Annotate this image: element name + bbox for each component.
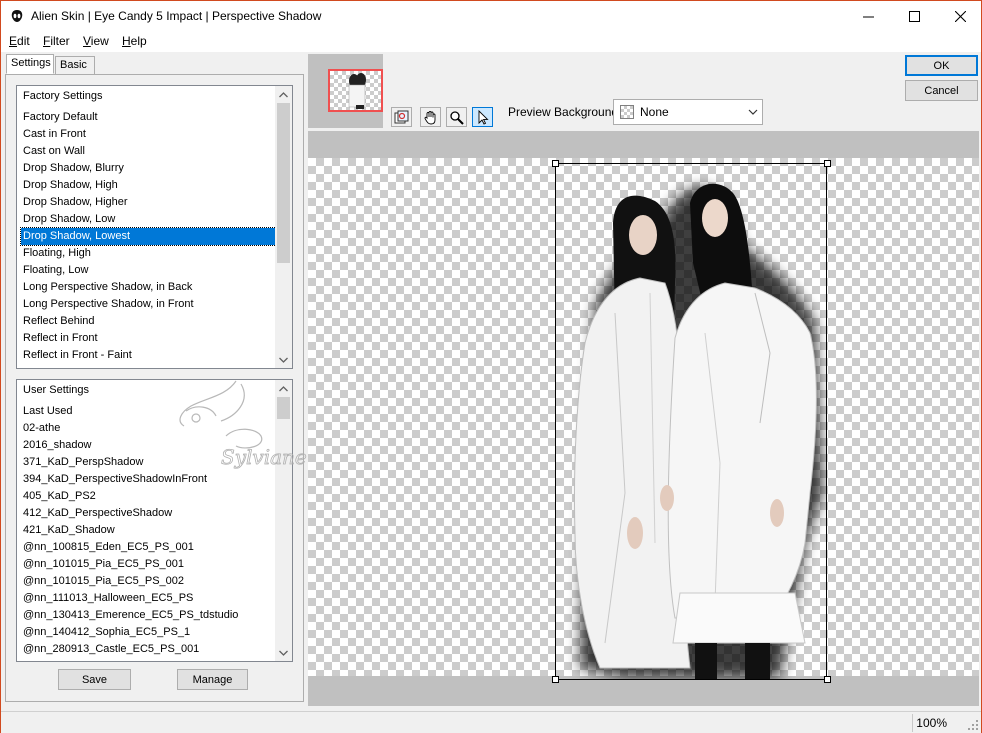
magnify-tool[interactable] xyxy=(446,107,467,127)
preview-background-label: Preview Background: xyxy=(508,105,622,119)
list-item[interactable]: Cast on Wall xyxy=(21,143,276,160)
menu-help[interactable]: Help xyxy=(122,34,147,48)
preview-canvas[interactable] xyxy=(308,131,979,706)
magnifier-icon xyxy=(450,110,464,125)
ok-button[interactable]: OK xyxy=(905,55,978,76)
chevron-down-icon xyxy=(748,109,758,115)
list-item[interactable]: Cast in Front xyxy=(21,126,276,143)
resize-handle-bottom-left[interactable] xyxy=(552,676,559,683)
hand-pan-tool[interactable] xyxy=(420,107,441,127)
list-item[interactable]: 405_KaD_PS2 xyxy=(21,488,276,505)
list-item[interactable]: @nn_111013_Halloween_EC5_PS xyxy=(21,590,276,607)
selection-box[interactable] xyxy=(555,163,827,680)
list-item[interactable]: Reflect in Front xyxy=(21,330,276,347)
list-item[interactable]: Reflect in Front - Faint xyxy=(21,347,276,364)
factory-settings-header: Factory Settings xyxy=(23,90,103,102)
preview-background-value: None xyxy=(640,105,669,119)
list-item[interactable]: Drop Shadow, High xyxy=(21,177,276,194)
minimize-button[interactable] xyxy=(845,1,891,31)
resize-grip-icon[interactable] xyxy=(967,719,979,731)
zoom-to-fit-tool[interactable] xyxy=(391,107,412,127)
thumbnail-figures-image xyxy=(348,73,366,109)
list-item[interactable]: @nn_101015_Pia_EC5_PS_002 xyxy=(21,573,276,590)
svg-text:Sylviane: Sylviane xyxy=(221,445,307,469)
scroll-thumb[interactable] xyxy=(277,103,290,263)
window-title: Alien Skin | Eye Candy 5 Impact | Perspe… xyxy=(31,9,322,23)
chevron-down-icon xyxy=(279,650,288,656)
title-bar: Alien Skin | Eye Candy 5 Impact | Perspe… xyxy=(1,1,981,31)
scroll-down-arrow[interactable] xyxy=(275,644,292,661)
list-item[interactable]: Drop Shadow, Lowest xyxy=(20,227,277,246)
list-item[interactable]: Factory Default xyxy=(21,109,276,126)
factory-settings-items: Factory Default Cast in Front Cast on Wall… xyxy=(20,109,277,364)
preview-background-select[interactable]: None xyxy=(613,99,763,125)
manage-button[interactable]: Manage xyxy=(177,669,248,690)
scroll-up-arrow[interactable] xyxy=(275,86,292,103)
list-item[interactable]: Long Perspective Shadow, in Back xyxy=(21,279,276,296)
factory-settings-list[interactable]: Factory Settings Factory Default Cast in … xyxy=(16,85,293,369)
factory-scrollbar[interactable] xyxy=(275,86,292,368)
zoom-fit-icon xyxy=(394,110,409,123)
list-item[interactable]: @nn_280913_Castle_EC5_PS_001 xyxy=(21,641,276,658)
menu-filter[interactable]: Filter xyxy=(43,34,70,48)
list-item[interactable]: Drop Shadow, Blurry xyxy=(21,160,276,177)
thumbnail-navigator[interactable] xyxy=(308,54,383,128)
save-button[interactable]: Save xyxy=(58,669,131,690)
alien-skin-logo-icon xyxy=(11,10,23,22)
zoom-level: 100% xyxy=(916,716,947,730)
status-bar: 100% xyxy=(1,711,981,733)
arrow-pointer-icon xyxy=(478,109,489,125)
list-item[interactable]: @nn_101015_Pia_EC5_PS_001 xyxy=(21,556,276,573)
list-item[interactable]: @nn_140412_Sophia_EC5_PS_1 xyxy=(21,624,276,641)
list-item[interactable]: Drop Shadow, Higher xyxy=(21,194,276,211)
resize-handle-top-left[interactable] xyxy=(552,160,559,167)
close-icon xyxy=(954,10,966,22)
tab-settings[interactable]: Settings xyxy=(6,54,54,74)
resize-handle-top-right[interactable] xyxy=(824,160,831,167)
list-item[interactable]: Drop Shadow, Low xyxy=(21,211,276,228)
menu-view[interactable]: View xyxy=(83,34,109,48)
maximize-button[interactable] xyxy=(891,1,937,31)
list-item[interactable]: Reflect Behind xyxy=(21,313,276,330)
list-item[interactable]: Floating, Low xyxy=(21,262,276,279)
resize-handle-bottom-right[interactable] xyxy=(824,676,831,683)
list-item[interactable]: Floating, High xyxy=(21,245,276,262)
cancel-button[interactable]: Cancel xyxy=(905,80,978,101)
minimize-icon xyxy=(862,16,874,17)
chevron-up-icon xyxy=(279,91,288,97)
user-settings-header: User Settings xyxy=(23,384,90,396)
sylviane-watermark-signature: Sylviane xyxy=(179,380,307,469)
hand-icon xyxy=(424,110,436,124)
list-item[interactable]: Long Perspective Shadow, in Front xyxy=(21,296,276,313)
close-button[interactable] xyxy=(937,1,982,31)
list-item[interactable]: 412_KaD_PerspectiveShadow xyxy=(21,505,276,522)
tab-basic[interactable]: Basic xyxy=(55,56,95,75)
status-divider xyxy=(912,714,913,732)
list-item[interactable]: 421_KaD_Shadow xyxy=(21,522,276,539)
list-item[interactable]: @nn_130413_Emerence_EC5_PS_tdstudio xyxy=(21,607,276,624)
scroll-down-arrow[interactable] xyxy=(275,351,292,368)
maximize-icon xyxy=(908,10,920,22)
select-arrow-tool[interactable] xyxy=(472,107,493,127)
menu-edit[interactable]: Edit xyxy=(9,34,30,48)
list-item[interactable]: @nn_100815_Eden_EC5_PS_001 xyxy=(21,539,276,556)
chevron-down-icon xyxy=(279,357,288,363)
transparent-swatch-icon xyxy=(620,105,634,119)
menu-bar: Edit Filter View Help xyxy=(1,31,981,52)
thumbnail-preview[interactable] xyxy=(328,69,383,112)
